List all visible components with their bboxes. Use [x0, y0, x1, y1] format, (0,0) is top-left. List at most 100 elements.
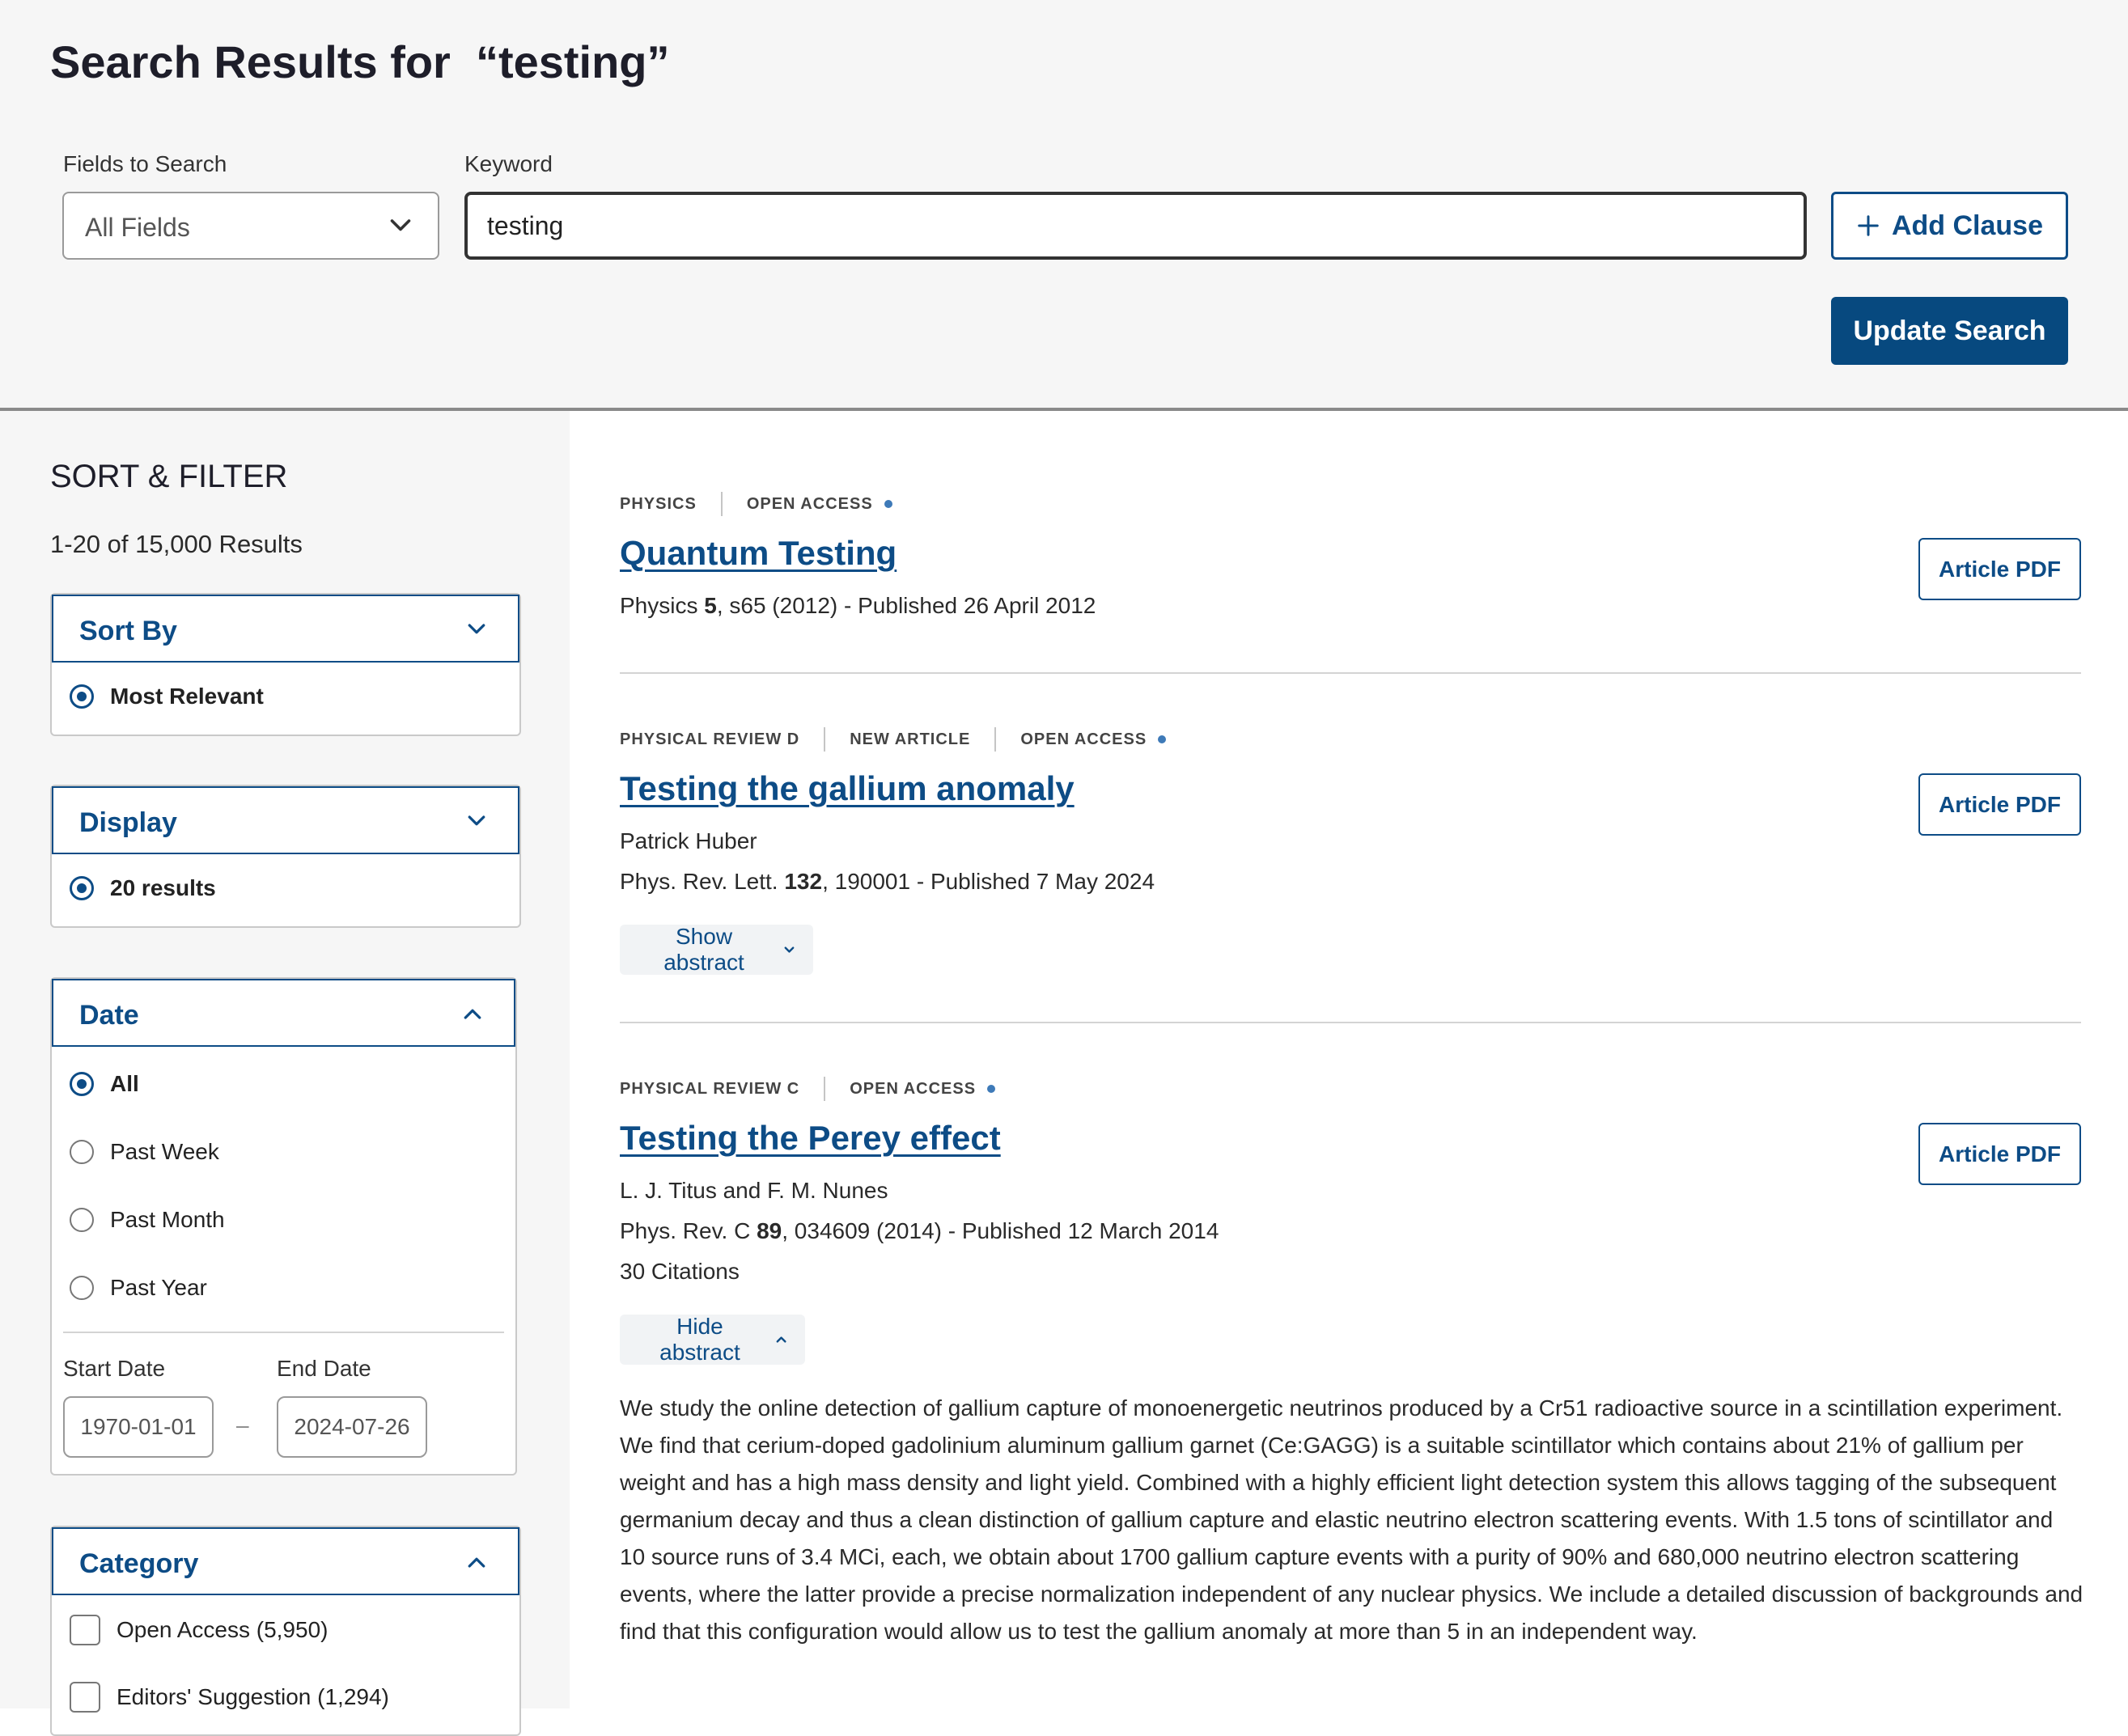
radio-unselected-icon [70, 1140, 94, 1164]
article-pdf-button[interactable]: Article PDF [1918, 538, 2081, 600]
divider [63, 1332, 504, 1333]
add-clause-label: Add Clause [1891, 210, 2044, 241]
journal-name: Physics [620, 593, 705, 618]
category-title: Category [79, 1548, 199, 1579]
new-article-tag: NEW ARTICLE [850, 730, 971, 748]
date-panel: Date All Past Week Past Month Past Year … [50, 977, 517, 1476]
chevron-down-icon [390, 219, 411, 231]
open-access-tag: OPEN ACCESS [1020, 730, 1147, 748]
citation-details: , s65 (2012) - Published 26 April 2012 [716, 593, 1096, 618]
category-option-open-access[interactable]: Open Access (5,950) [70, 1615, 328, 1645]
chevron-down-icon [784, 946, 795, 953]
chevron-down-icon [468, 815, 485, 826]
chevron-up-icon [776, 1336, 786, 1343]
radio-selected-icon [70, 876, 94, 900]
tag-separator [824, 1077, 826, 1101]
journal-tag: PHYSICAL REVIEW D [620, 730, 800, 748]
article-pdf-button[interactable]: Article PDF [1918, 773, 2081, 836]
display-panel: Display 20 results [50, 785, 521, 928]
start-date-label: Start Date [63, 1356, 166, 1381]
checkbox[interactable] [70, 1682, 100, 1713]
date-option-label: Past Month [110, 1207, 225, 1232]
sort-filter-title: SORT & FILTER [50, 459, 288, 494]
journal-tag: PHYSICS [620, 494, 697, 513]
fields-to-search-select[interactable]: All Fields [62, 192, 439, 260]
sort-by-title: Sort By [79, 616, 177, 646]
date-option-past-year[interactable]: Past Year [70, 1275, 207, 1301]
volume: 132 [784, 869, 823, 894]
citation-details: , 034609 (2014) - Published 12 March 201… [782, 1218, 1219, 1243]
abstract-text: We study the online detection of gallium… [620, 1395, 2083, 1644]
radio-unselected-icon [70, 1276, 94, 1300]
hide-abstract-button[interactable]: Hide abstract [620, 1314, 805, 1365]
result-title-link[interactable]: Testing the Perey effect [620, 1119, 1001, 1158]
result-citation: Phys. Rev. Lett. 132, 190001 - Published… [620, 869, 1155, 895]
open-access-tag: OPEN ACCESS [746, 494, 873, 513]
show-abstract-label: Show abstract [663, 924, 744, 975]
display-header[interactable]: Display [52, 786, 519, 854]
tag-separator [994, 727, 997, 752]
display-option-20-results[interactable]: 20 results [70, 875, 216, 901]
category-panel: Category Open Access (5,950) Editors' Su… [50, 1526, 521, 1736]
open-access-dot-icon [884, 500, 892, 508]
category-header[interactable]: Category [52, 1527, 519, 1595]
date-option-past-month[interactable]: Past Month [70, 1207, 225, 1233]
plus-icon [1858, 215, 1879, 236]
journal-name: Phys. Rev. C [620, 1218, 757, 1243]
category-option-editors-suggestion[interactable]: Editors' Suggestion (1,294) [70, 1682, 389, 1713]
keyword-input[interactable] [464, 192, 1807, 260]
volume: 5 [704, 593, 717, 618]
result-tags: PHYSICS OPEN ACCESS [620, 492, 892, 516]
result-authors: L. J. Titus and F. M. Nunes [620, 1178, 888, 1203]
result-citation: Phys. Rev. C 89, 034609 (2014) - Publish… [620, 1218, 1219, 1244]
result-title-link[interactable]: Quantum Testing [620, 534, 897, 573]
journal-name: Phys. Rev. Lett. [620, 869, 785, 894]
page-title: Search Results for “testing” [50, 36, 670, 87]
category-option-label: Open Access (5,950) [117, 1617, 329, 1642]
result-citation: Physics 5, s65 (2012) - Published 26 Apr… [620, 593, 1096, 619]
add-clause-button[interactable]: Add Clause [1831, 192, 2068, 260]
date-option-label: All [110, 1071, 139, 1096]
date-option-label: Past Year [110, 1275, 207, 1300]
start-date-input[interactable] [63, 1396, 214, 1458]
date-range-separator: – [236, 1412, 249, 1437]
date-title: Date [79, 1000, 139, 1031]
tag-separator [824, 727, 826, 752]
update-search-button[interactable]: Update Search [1831, 297, 2068, 365]
volume: 89 [757, 1218, 782, 1243]
chevron-down-icon [468, 624, 485, 634]
open-access-tag: OPEN ACCESS [850, 1079, 977, 1098]
radio-selected-icon [70, 1072, 94, 1096]
hide-abstract-label: Hide abstract [659, 1314, 740, 1365]
radio-selected-icon [70, 684, 94, 709]
result-tags: PHYSICAL REVIEW D NEW ARTICLE OPEN ACCES… [620, 727, 1167, 752]
sort-by-header[interactable]: Sort By [52, 595, 519, 663]
result-count: 1-20 of 15,000 Results [50, 530, 303, 558]
date-option-label: Past Week [110, 1139, 219, 1164]
display-title: Display [79, 807, 177, 838]
sort-option-most-relevant[interactable]: Most Relevant [70, 684, 264, 709]
search-header: Search Results for “testing” Fields to S… [0, 0, 2128, 411]
date-header[interactable]: Date [52, 979, 515, 1047]
tag-separator [720, 492, 723, 516]
open-access-dot-icon [987, 1085, 996, 1093]
chevron-up-icon [468, 1557, 485, 1568]
end-date-label: End Date [277, 1356, 371, 1381]
fields-to-search-value: All Fields [85, 213, 190, 242]
sort-by-panel: Sort By Most Relevant [50, 593, 521, 736]
article-pdf-button[interactable]: Article PDF [1918, 1123, 2081, 1185]
result-authors: Patrick Huber [620, 828, 757, 853]
show-abstract-button[interactable]: Show abstract [620, 924, 813, 975]
result-tags: PHYSICAL REVIEW C OPEN ACCESS [620, 1077, 996, 1101]
result-divider [620, 1022, 2081, 1023]
checkbox[interactable] [70, 1615, 100, 1645]
end-date-input[interactable] [277, 1396, 427, 1458]
citation-details: , 190001 - Published 7 May 2024 [822, 869, 1155, 894]
fields-to-search-label: Fields to Search [63, 151, 227, 176]
date-option-past-week[interactable]: Past Week [70, 1139, 219, 1165]
sort-option-label: Most Relevant [110, 684, 264, 709]
category-option-label: Editors' Suggestion (1,294) [117, 1684, 389, 1709]
display-option-label: 20 results [110, 875, 216, 900]
result-title-link[interactable]: Testing the gallium anomaly [620, 769, 1075, 808]
date-option-all[interactable]: All [70, 1071, 139, 1097]
